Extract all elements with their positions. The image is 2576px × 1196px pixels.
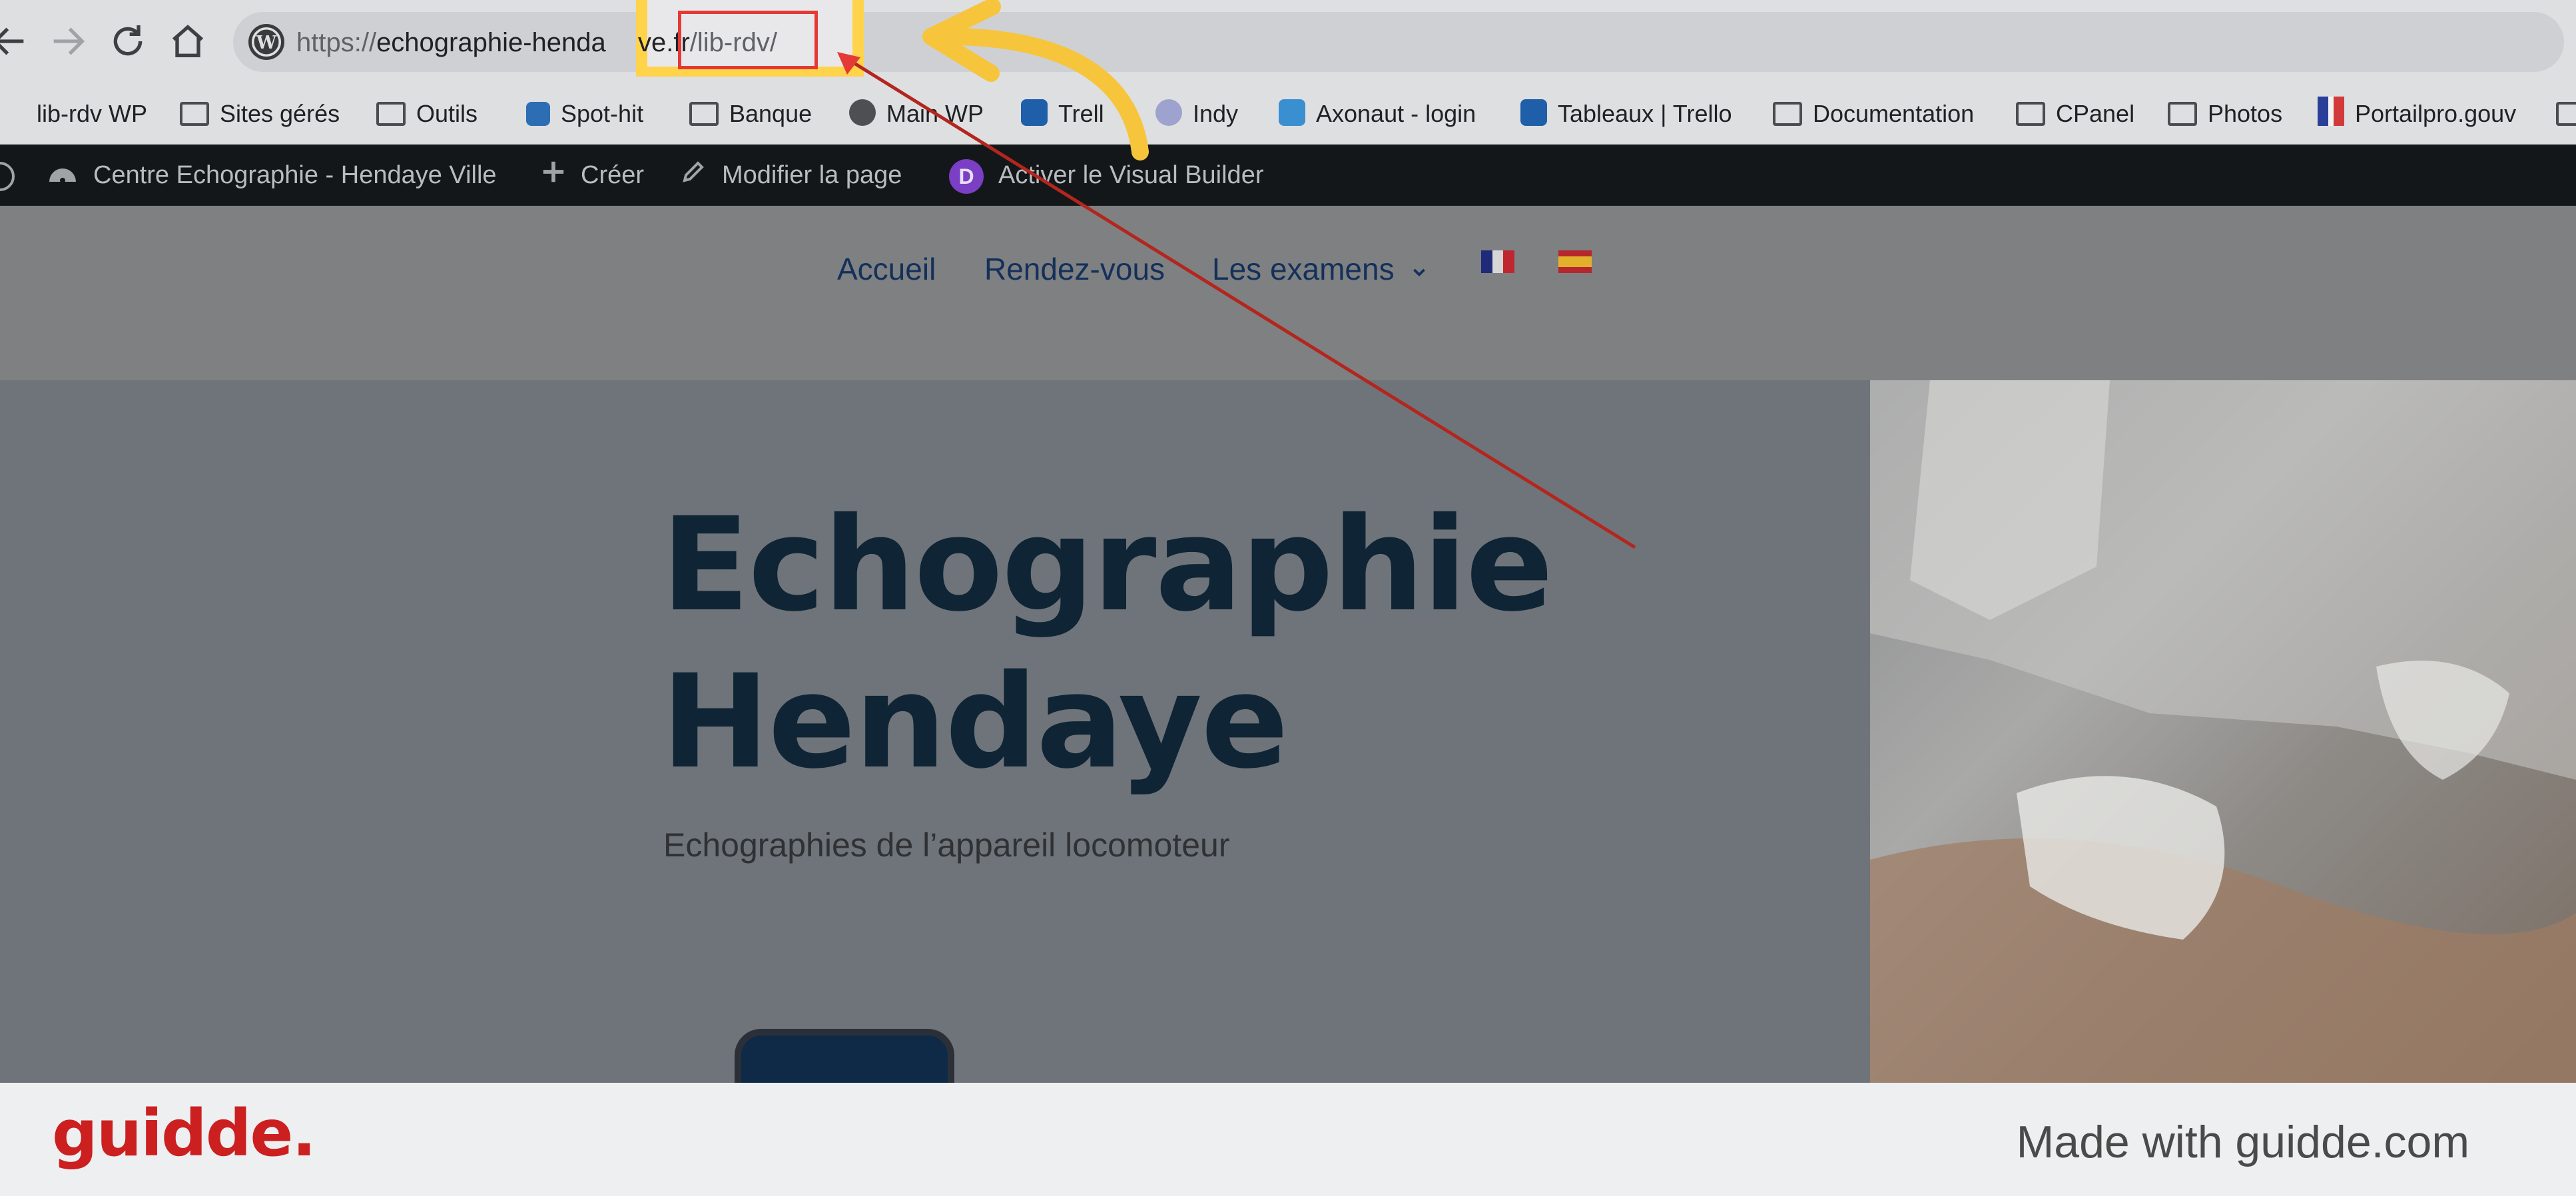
- wordpress-icon: W: [248, 24, 284, 60]
- bookmarks-bar: lib-rdv WP Sites gérés Outils Spot-hit B…: [0, 83, 2576, 145]
- admin-visual-builder-label: Activer le Visual Builder: [998, 161, 1264, 189]
- bookmark-label: Documentation: [1813, 100, 1975, 127]
- indy-icon: [1155, 99, 1182, 126]
- admin-edit-page[interactable]: Modifier la page: [681, 145, 902, 206]
- wp-logo-icon[interactable]: [0, 145, 29, 206]
- bookmark-sites-geres[interactable]: Sites gérés: [180, 83, 340, 145]
- bookmark-spot-hit[interactable]: Spot-hit: [526, 83, 643, 145]
- site-header: Accueil Rendez-vous Les examens: [0, 206, 2576, 380]
- bookmark-documentation[interactable]: Documentation: [1773, 83, 1974, 145]
- folder-icon: [689, 102, 719, 126]
- spot-hit-icon: [526, 102, 550, 126]
- folder-icon: [1773, 102, 1802, 126]
- folder-icon: [2016, 102, 2045, 126]
- bookmark-label: Trell: [1058, 100, 1104, 127]
- bookmark-indy[interactable]: Indy: [1155, 83, 1238, 145]
- trello-icon: [1520, 99, 1547, 126]
- menu-accueil[interactable]: Accueil: [837, 242, 936, 296]
- url-path-red-box: [678, 11, 818, 69]
- bookmark-label: Banque: [729, 100, 812, 127]
- bookmark-label: lib-rdv WP: [37, 100, 148, 127]
- hero-subtitle: Echographies de l’appareil locomoteur: [663, 826, 1230, 864]
- bookmark-label: Portailpro.gouv: [2355, 100, 2517, 127]
- url-domain: echographie-henda: [376, 28, 606, 57]
- axonaut-icon: [1279, 99, 1305, 126]
- bookmark-axonaut[interactable]: Axonaut - login: [1279, 83, 1476, 145]
- flag-es-icon[interactable]: [1558, 250, 1592, 273]
- browser-toolbar: W https://echographie-henda: [0, 0, 2576, 83]
- bookmark-label: Outils: [416, 100, 478, 127]
- url-scheme: https://: [296, 28, 377, 57]
- hero-title: Echographie Hendaye: [661, 486, 1553, 800]
- folder-icon: [2556, 102, 2576, 126]
- footer-tagline: Made with guidde.com: [2016, 1117, 2469, 1167]
- plus-icon: [541, 146, 566, 207]
- bookmark-label: Axonaut - login: [1316, 100, 1476, 127]
- bookmark-portailpro[interactable]: Portailpro.gouv: [2318, 83, 2516, 145]
- home-icon[interactable]: [166, 20, 209, 63]
- admin-site-name-label: Centre Echographie - Hendaye Ville: [93, 161, 497, 189]
- hero-title-line1: Echographie: [661, 489, 1553, 640]
- bookmark-banque[interactable]: Banque: [689, 83, 812, 145]
- url-text[interactable]: https://echographie-henda: [296, 23, 606, 63]
- flag-fr-icon[interactable]: [1481, 250, 1514, 273]
- guidde-logo: guidde.: [52, 1096, 316, 1171]
- guidde-footer: guidde. Made with guidde.com: [0, 1083, 2576, 1196]
- menu-les-examens-label: Les examens: [1212, 252, 1395, 286]
- reload-icon[interactable]: [107, 20, 149, 63]
- admin-create-label: Créer: [581, 161, 645, 189]
- bookmark-trello[interactable]: Trell: [1021, 83, 1104, 145]
- bookmark-label: Sites gérés: [220, 100, 340, 127]
- divi-icon: D: [949, 158, 984, 194]
- folder-icon: [2168, 102, 2197, 126]
- bookmark-label: Indy: [1193, 100, 1239, 127]
- bookmark-label: Main WP: [886, 100, 984, 127]
- svg-text:W: W: [256, 33, 277, 53]
- menu-rendez-vous[interactable]: Rendez-vous: [984, 242, 1165, 296]
- bookmark-main-wp[interactable]: Main WP: [849, 83, 984, 145]
- dashboard-icon: [47, 146, 79, 207]
- admin-visual-builder[interactable]: D Activer le Visual Builder: [949, 145, 1263, 206]
- bookmark-lib-rdv-wp[interactable]: lib-rdv WP: [0, 83, 147, 145]
- bookmark-label: CPanel: [2056, 100, 2135, 127]
- admin-site-name[interactable]: Centre Echographie - Hendaye Ville: [47, 145, 497, 206]
- hero-title-line2: Hendaye: [661, 647, 1289, 797]
- bookmark-overflow[interactable]: [2556, 83, 2576, 145]
- wp-admin-bar: Centre Echographie - Hendaye Ville Créer…: [0, 145, 2576, 206]
- hero-photo: [1870, 380, 2576, 1083]
- chevron-down-icon: [1403, 252, 1429, 286]
- bookmark-photos[interactable]: Photos: [2168, 83, 2282, 145]
- wordpress-icon: [849, 99, 876, 126]
- bookmark-cpanel[interactable]: CPanel: [2016, 83, 2134, 145]
- admin-edit-page-label: Modifier la page: [722, 161, 902, 189]
- folder-icon: [180, 102, 209, 126]
- menu-les-examens[interactable]: Les examens: [1212, 242, 1429, 296]
- bookmark-tableaux-trello[interactable]: Tableaux | Trello: [1520, 83, 1732, 145]
- bookmark-label: Tableaux | Trello: [1558, 100, 1732, 127]
- pencil-icon: [681, 146, 707, 207]
- bookmark-outils[interactable]: Outils: [376, 83, 478, 145]
- folder-icon: [376, 102, 406, 126]
- bookmark-label: Spot-hit: [561, 100, 644, 127]
- admin-create[interactable]: Créer: [541, 145, 644, 206]
- forward-icon[interactable]: [47, 20, 89, 63]
- back-icon[interactable]: [0, 20, 31, 63]
- marianne-icon: [2318, 97, 2344, 126]
- bookmark-label: Photos: [2208, 100, 2283, 127]
- trello-icon: [1021, 99, 1048, 126]
